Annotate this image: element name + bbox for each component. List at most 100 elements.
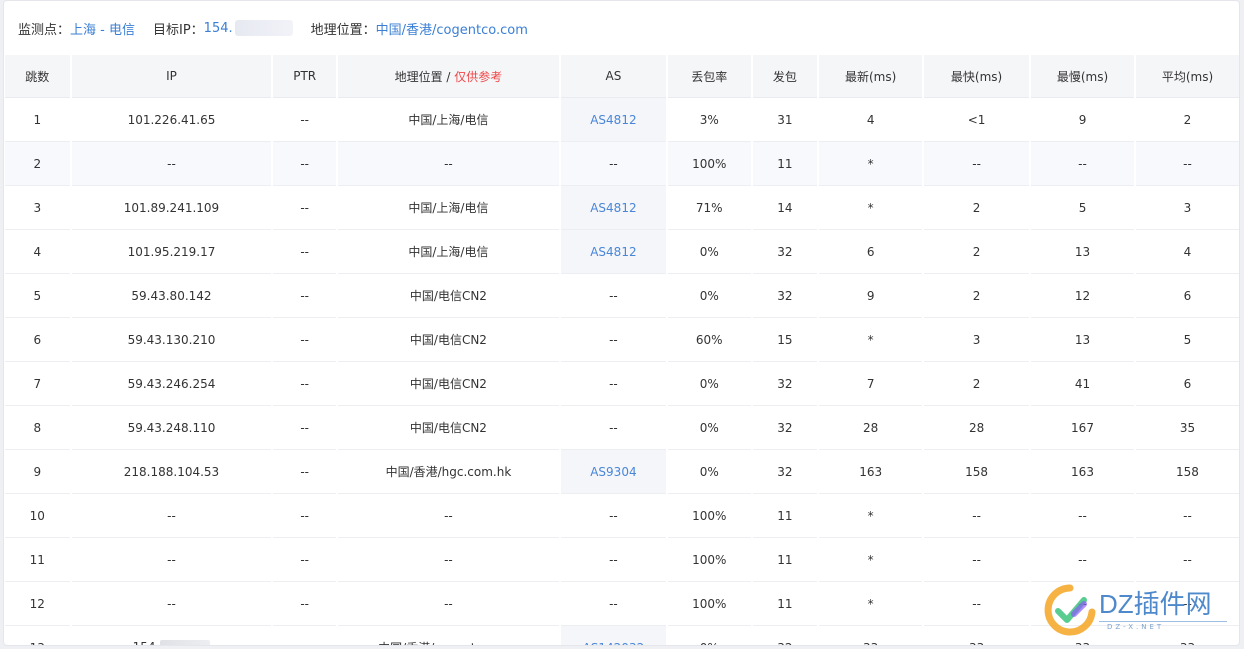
cell-sent: 32 bbox=[752, 274, 818, 318]
col-header-as: AS bbox=[560, 55, 666, 98]
cell-sent: 11 bbox=[752, 494, 818, 538]
cell-ip: -- bbox=[71, 582, 272, 626]
cell-avg: 2 bbox=[1135, 98, 1239, 142]
monitor-label: 监测点： bbox=[18, 22, 71, 38]
cell-ptr: -- bbox=[273, 538, 336, 582]
cell-ip: 101.95.219.17 bbox=[71, 230, 272, 274]
col-header-sent: 发包 bbox=[752, 55, 818, 98]
cell-ip: 101.226.41.65 bbox=[71, 98, 272, 142]
redacted-ip-mask bbox=[160, 640, 211, 645]
cell-hop: 6 bbox=[5, 318, 70, 362]
cell-sent: 32 bbox=[752, 450, 818, 494]
cell-last: 33 bbox=[819, 626, 922, 646]
cell-avg: 33 bbox=[1136, 626, 1239, 646]
cell-worst: 9 bbox=[1031, 98, 1134, 142]
cell-avg: 5 bbox=[1135, 318, 1239, 362]
cell-worst: 5 bbox=[1031, 186, 1134, 230]
cell-loss: 0% bbox=[667, 450, 751, 494]
cell-as: AS4812 bbox=[560, 98, 666, 142]
cell-best: -- bbox=[924, 582, 1030, 626]
cell-last: * bbox=[819, 494, 923, 538]
cell-hop: 12 bbox=[5, 582, 70, 626]
cell-best: <1 bbox=[924, 98, 1030, 142]
cell-best: -- bbox=[924, 494, 1030, 538]
target-ip-info: 目标IP： 154. bbox=[153, 19, 293, 38]
cell-avg: 4 bbox=[1135, 230, 1239, 274]
table-row: 8 59.43.248.110 -- 中国/电信CN2 -- 0% 32 28 28 167 35 bbox=[5, 406, 1239, 450]
table-header-row: 跳数 IP PTR 地理位置 / 仅供参考 AS 丢包率 发包 最新(ms) 最… bbox=[5, 55, 1239, 98]
cell-best: 2 bbox=[924, 230, 1030, 274]
cell-geo: 中国/上海/电信 bbox=[337, 98, 559, 142]
monitor-info: 监测点： 上海 - 电信 bbox=[18, 19, 135, 38]
cell-avg: 35 bbox=[1135, 406, 1239, 450]
cell-ptr: -- bbox=[273, 406, 336, 450]
table-row: 4 101.95.219.17 -- 中国/上海/电信 AS4812 0% 32 6 2 13 4 bbox=[5, 230, 1239, 274]
as-link[interactable]: AS4812 bbox=[590, 201, 636, 215]
cell-loss: 0% bbox=[667, 230, 751, 274]
cell-as: AS9304 bbox=[560, 450, 666, 494]
cell-ip: -- bbox=[71, 494, 272, 538]
cell-avg: -- bbox=[1135, 142, 1239, 186]
cell-ptr: -- bbox=[273, 98, 336, 142]
cell-loss: 0% bbox=[668, 626, 751, 646]
cell-loss: 100% bbox=[667, 142, 751, 186]
cell-sent: 32 bbox=[752, 230, 818, 274]
cell-ip: 101.89.241.109 bbox=[71, 186, 272, 230]
cell-best: 3 bbox=[924, 318, 1030, 362]
as-link[interactable]: AS4812 bbox=[590, 113, 636, 127]
traceroute-rows: 1 101.226.41.65 -- 中国/上海/电信 AS4812 3% 31 4 <1 9 2 2… bbox=[5, 98, 1239, 646]
cell-avg: -- bbox=[1135, 538, 1239, 582]
cell-ip: 59.43.80.142 bbox=[71, 274, 272, 318]
cell-last: * bbox=[819, 582, 923, 626]
col-header-ip: IP bbox=[71, 55, 272, 98]
cell-last: * bbox=[819, 142, 923, 186]
cell-ptr: -- bbox=[273, 318, 336, 362]
table-row: 9 218.188.104.53 -- 中国/香港/hgc.com.hk AS9304 0… bbox=[5, 450, 1239, 494]
table-row: 11 -- -- -- -- 100% 11 * -- -- -- bbox=[5, 538, 1239, 582]
cell-hop: 5 bbox=[5, 274, 70, 318]
cell-geo: 中国/电信CN2 bbox=[337, 318, 559, 362]
cell-ip: 59.43.248.110 bbox=[71, 406, 272, 450]
cell-last: 9 bbox=[819, 274, 923, 318]
as-link[interactable]: AS4812 bbox=[590, 245, 636, 259]
trace-info-bar: 监测点： 上海 - 电信 目标IP： 154. 地理位置： 中国/香港/coge… bbox=[4, 1, 1239, 55]
geo-label: 地理位置： bbox=[310, 22, 376, 38]
cell-ip: 218.188.104.53 bbox=[71, 450, 272, 494]
cell-best: -- bbox=[924, 142, 1030, 186]
cell-avg: 158 bbox=[1135, 450, 1239, 494]
cell-worst: 12 bbox=[1031, 274, 1134, 318]
cell-geo: -- bbox=[337, 582, 559, 626]
cell-last: 4 bbox=[819, 98, 923, 142]
cell-loss: 0% bbox=[667, 274, 751, 318]
ip-text: 154. bbox=[133, 640, 160, 645]
as-link[interactable]: AS9304 bbox=[590, 465, 636, 479]
cell-best: 158 bbox=[924, 450, 1030, 494]
table-row: 3 101.89.241.109 -- 中国/上海/电信 AS4812 71% 14 * 2 5 3 bbox=[5, 186, 1239, 230]
col-header-geo-reference: 仅供参考 bbox=[454, 69, 503, 84]
cell-geo: -- bbox=[337, 494, 559, 538]
cell-last: * bbox=[819, 186, 923, 230]
cell-worst: -- bbox=[1031, 582, 1134, 626]
cell-best: 33 bbox=[924, 626, 1029, 646]
cell-worst: 13 bbox=[1031, 318, 1134, 362]
cell-loss: 100% bbox=[667, 494, 751, 538]
cell-hop: 3 bbox=[5, 186, 70, 230]
cell-geo: -- bbox=[337, 538, 559, 582]
cell-ptr: -- bbox=[273, 494, 336, 538]
cell-sent: 32 bbox=[753, 626, 818, 646]
cell-as: -- bbox=[560, 494, 666, 538]
col-header-best: 最快(ms) bbox=[924, 55, 1030, 98]
cell-ptr: -- bbox=[273, 186, 336, 230]
cell-ip: -- bbox=[71, 538, 272, 582]
as-link[interactable]: AS142032 bbox=[583, 641, 645, 646]
cell-best: -- bbox=[924, 538, 1030, 582]
cell-hop: 2 bbox=[5, 142, 70, 186]
target-ip-value: 154. bbox=[203, 20, 233, 36]
col-header-geo-label: 地理位置 / bbox=[394, 69, 455, 84]
col-header-avg: 平均(ms) bbox=[1135, 55, 1239, 98]
col-header-hop: 跳数 bbox=[5, 55, 70, 98]
cell-hop: 1 bbox=[5, 98, 70, 142]
table-row: 12 -- -- -- -- 100% 11 * -- -- -- bbox=[5, 582, 1239, 626]
cell-geo: 中国/电信CN2 bbox=[337, 362, 559, 406]
cell-loss: 3% bbox=[667, 98, 751, 142]
